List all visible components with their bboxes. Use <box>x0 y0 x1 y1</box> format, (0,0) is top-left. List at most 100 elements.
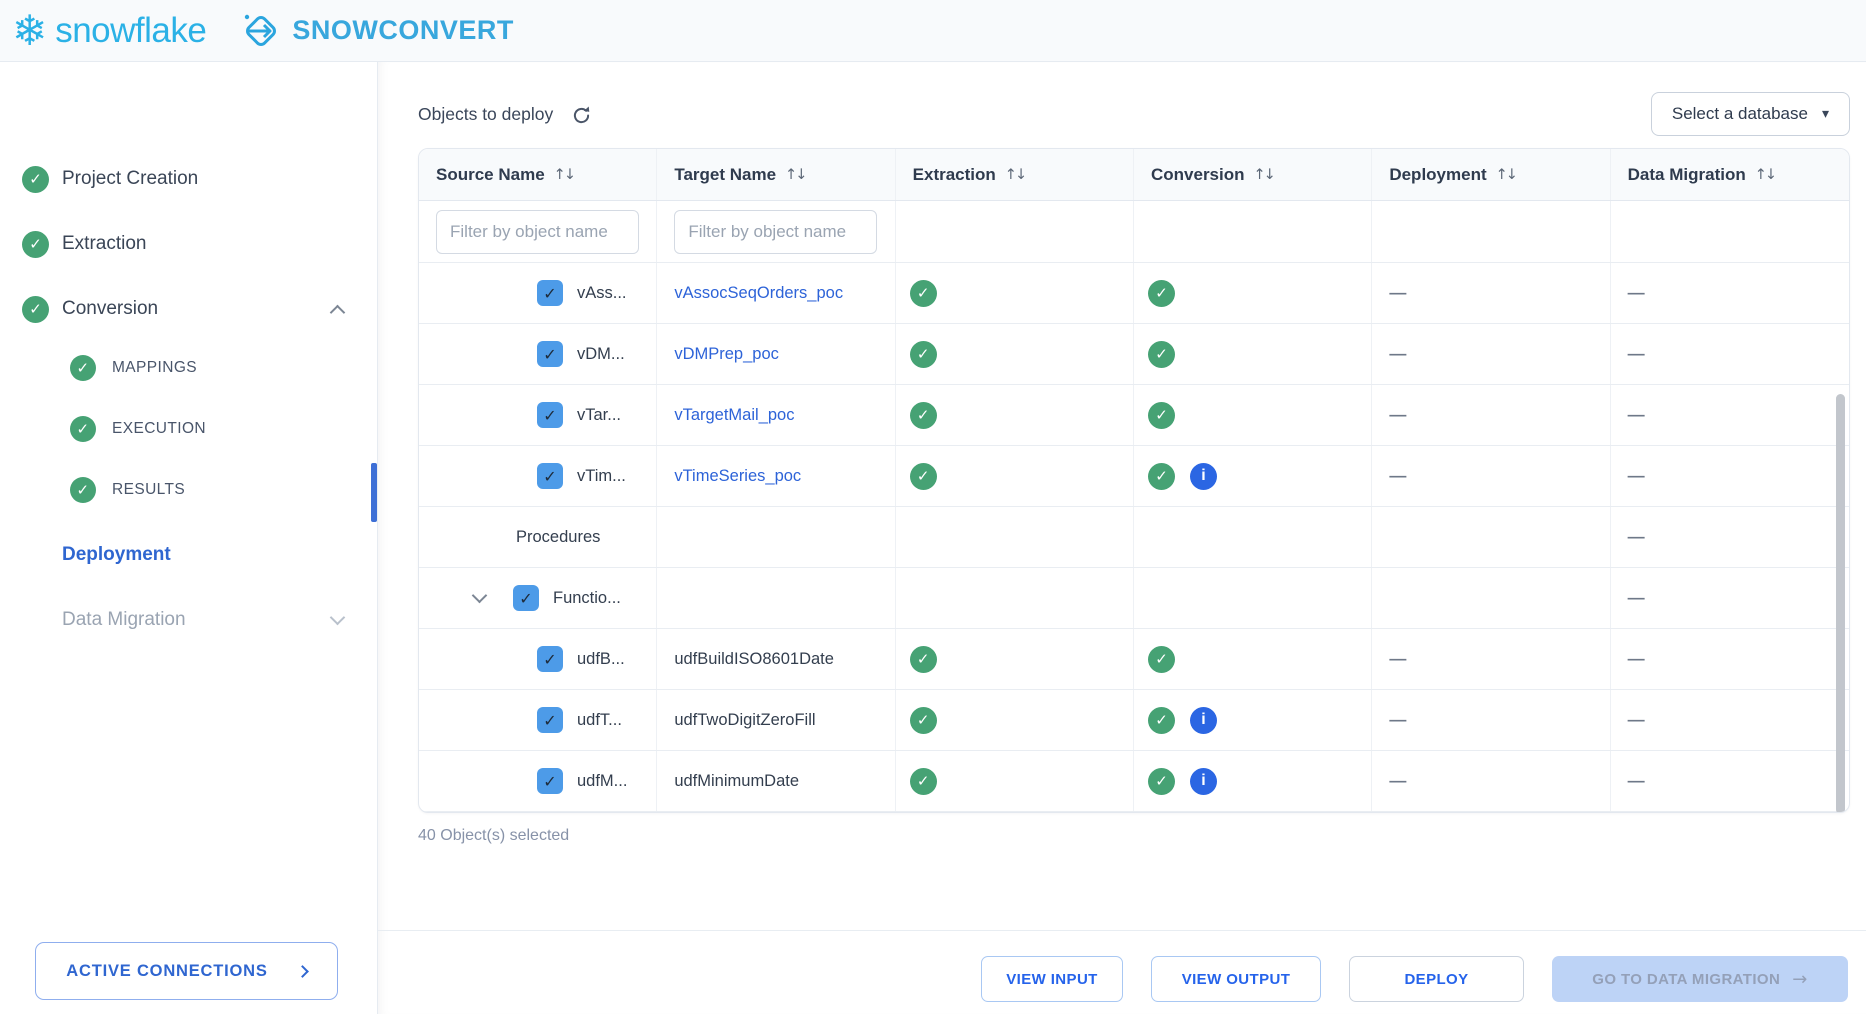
sidebar-item-mappings[interactable]: ✓ MAPPINGS <box>0 349 377 387</box>
sort-icon[interactable]: ↑↓ <box>1755 167 1775 183</box>
check-circle-icon: ✓ <box>22 166 49 193</box>
success-check-icon: ✓ <box>910 768 937 795</box>
refresh-icon[interactable] <box>571 105 592 126</box>
column-header-data-migration[interactable]: Data Migration ↑↓ <box>1611 149 1849 200</box>
row-checkbox[interactable]: ✓ <box>537 646 563 672</box>
table-scrollbar[interactable] <box>1836 394 1845 813</box>
view-output-button[interactable]: VIEW OUTPUT <box>1151 956 1321 1002</box>
success-check-icon: ✓ <box>1148 280 1175 307</box>
success-check-icon: ✓ <box>1148 768 1175 795</box>
group-label: Functio... <box>553 589 621 608</box>
target-name-link[interactable]: vTimeSeries_poc <box>674 467 801 486</box>
sidebar-item-label: Extraction <box>62 233 146 255</box>
sidebar: ✓ Project Creation ✓ Extraction ✓ Conver… <box>0 62 378 1014</box>
sort-icon[interactable]: ↑↓ <box>554 167 574 183</box>
sort-icon[interactable]: ↑↓ <box>1005 167 1025 183</box>
sidebar-item-label: Data Migration <box>62 609 186 631</box>
snowflake-icon: ❄ <box>12 10 47 52</box>
info-icon[interactable]: i <box>1190 463 1217 490</box>
row-checkbox[interactable]: ✓ <box>537 768 563 794</box>
data-migration-status: — <box>1611 751 1849 811</box>
column-header-source-name[interactable]: Source Name ↑↓ <box>419 149 657 200</box>
row-checkbox[interactable]: ✓ <box>537 280 563 306</box>
sidebar-item-label: RESULTS <box>112 481 185 499</box>
source-name: udfT... <box>577 711 622 730</box>
column-header-conversion[interactable]: Conversion ↑↓ <box>1134 149 1372 200</box>
data-migration-status: — <box>1611 385 1849 445</box>
chevron-up-icon[interactable] <box>330 304 346 320</box>
target-name-link[interactable]: vAssocSeqOrders_poc <box>674 284 843 303</box>
info-icon[interactable]: i <box>1190 768 1217 795</box>
chevron-down-icon[interactable] <box>472 588 488 604</box>
data-migration-status: — <box>1611 690 1849 750</box>
product-name: SNOWCONVERT <box>292 15 514 46</box>
deployment-status <box>1372 568 1610 628</box>
success-check-icon: ✓ <box>1148 646 1175 673</box>
target-name-link[interactable]: vTargetMail_poc <box>674 406 794 425</box>
data-migration-status: — <box>1611 446 1849 506</box>
brand-name: snowflake <box>55 11 206 51</box>
sidebar-item-label: Project Creation <box>62 168 198 190</box>
toolbar: Objects to deploy Select a database ▾ <box>378 92 1866 136</box>
success-check-icon: ✓ <box>910 280 937 307</box>
sidebar-item-data-migration[interactable]: Data Migration <box>0 601 377 639</box>
target-name-link[interactable]: vDMPrep_poc <box>674 345 779 364</box>
data-migration-status: — <box>1611 629 1849 689</box>
sort-icon[interactable]: ↑↓ <box>785 167 805 183</box>
source-name: vAss... <box>577 284 627 303</box>
deployment-status: — <box>1372 385 1610 445</box>
deployment-status: — <box>1372 446 1610 506</box>
column-header-target-name[interactable]: Target Name ↑↓ <box>657 149 895 200</box>
deployment-status: — <box>1372 751 1610 811</box>
row-checkbox[interactable]: ✓ <box>537 402 563 428</box>
active-connections-label: ACTIVE CONNECTIONS <box>66 962 267 981</box>
sidebar-item-results[interactable]: ✓ RESULTS <box>0 471 377 509</box>
sort-icon[interactable]: ↑↓ <box>1496 167 1516 183</box>
deployment-status: — <box>1372 263 1610 323</box>
arrow-right-icon: → <box>1792 969 1807 990</box>
row-checkbox[interactable]: ✓ <box>537 341 563 367</box>
sidebar-item-conversion[interactable]: ✓ Conversion <box>0 290 377 328</box>
table-row-group-label: Procedures — <box>419 507 1849 568</box>
view-input-button[interactable]: VIEW INPUT <box>981 956 1123 1002</box>
table-row: ✓udfB... udfBuildISO8601Date ✓ ✓ — — <box>419 629 1849 690</box>
snowconvert-logo: SNOWCONVERT <box>240 10 514 52</box>
sidebar-item-execution[interactable]: ✓ EXECUTION <box>0 410 377 448</box>
target-name: udfMinimumDate <box>674 772 799 791</box>
go-to-data-migration-button[interactable]: GO TO DATA MIGRATION → <box>1552 956 1848 1002</box>
data-migration-status: — <box>1611 568 1849 628</box>
sidebar-item-label: EXECUTION <box>112 420 206 438</box>
source-name-filter-input[interactable] <box>436 210 639 254</box>
table-header-row: Source Name ↑↓ Target Name ↑↓ Extraction… <box>419 149 1849 201</box>
row-checkbox[interactable]: ✓ <box>537 463 563 489</box>
target-name-filter-input[interactable] <box>674 210 877 254</box>
source-name: vTim... <box>577 467 626 486</box>
sidebar-item-project-creation[interactable]: ✓ Project Creation <box>0 160 377 198</box>
column-header-deployment[interactable]: Deployment ↑↓ <box>1372 149 1610 200</box>
info-icon[interactable]: i <box>1190 707 1217 734</box>
column-header-extraction[interactable]: Extraction ↑↓ <box>896 149 1134 200</box>
footer-actions: VIEW INPUT VIEW OUTPUT DEPLOY GO TO DATA… <box>981 956 1848 1002</box>
database-selector[interactable]: Select a database ▾ <box>1651 92 1850 136</box>
row-checkbox[interactable]: ✓ <box>537 707 563 733</box>
group-checkbox[interactable]: ✓ <box>513 585 539 611</box>
active-connections-button[interactable]: ACTIVE CONNECTIONS <box>35 942 338 1000</box>
selected-count-note: 40 Object(s) selected <box>418 827 1866 845</box>
chevron-down-icon <box>330 610 346 626</box>
table-row: ✓vTar... vTargetMail_poc ✓ ✓ — — <box>419 385 1849 446</box>
success-check-icon: ✓ <box>1148 707 1175 734</box>
sidebar-item-deployment[interactable]: Deployment <box>0 536 377 574</box>
source-name: udfM... <box>577 772 627 791</box>
check-circle-icon: ✓ <box>70 416 96 442</box>
sort-icon[interactable]: ↑↓ <box>1254 167 1274 183</box>
deploy-button[interactable]: DEPLOY <box>1349 956 1524 1002</box>
sidebar-item-extraction[interactable]: ✓ Extraction <box>0 225 377 263</box>
sidebar-item-label: MAPPINGS <box>112 359 197 377</box>
check-circle-icon: ✓ <box>22 296 49 323</box>
check-circle-icon: ✓ <box>22 231 49 258</box>
sidebar-item-label: Conversion <box>62 298 158 320</box>
check-circle-icon: ✓ <box>70 477 96 503</box>
table-row: ✓udfT... udfTwoDigitZeroFill ✓ ✓i — — <box>419 690 1849 751</box>
app-header: ❄ snowflake SNOWCONVERT <box>0 0 1866 62</box>
success-check-icon: ✓ <box>910 646 937 673</box>
